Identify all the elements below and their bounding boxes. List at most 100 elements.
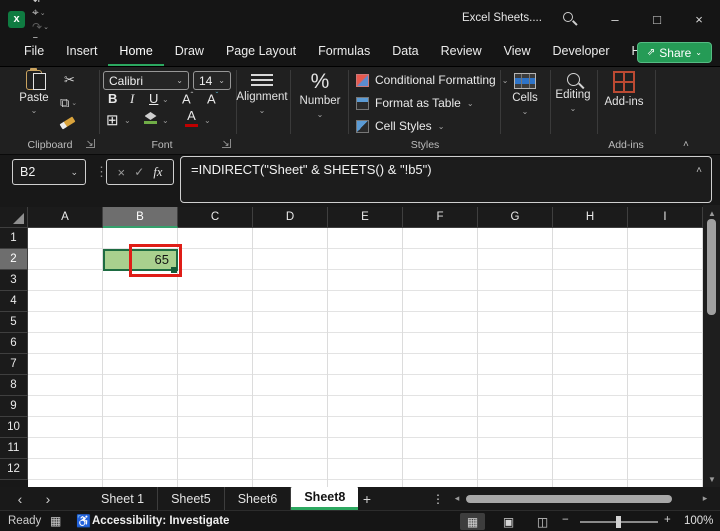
accessibility-icon: ♿	[76, 514, 91, 528]
row-header[interactable]: 11	[0, 438, 28, 459]
clipboard-dialog-launcher[interactable]: ↘	[86, 139, 95, 148]
font-family-combo[interactable]: Calibri⌄	[103, 71, 189, 90]
tab-data[interactable]: Data	[381, 38, 429, 66]
row-header[interactable]: 8	[0, 375, 28, 396]
font-color-button[interactable]: A	[185, 108, 198, 127]
cell-styles-button[interactable]: Cell Styles ⌄	[356, 116, 444, 136]
sheet-tab-sheet6[interactable]: Sheet6	[225, 487, 292, 510]
column-header[interactable]: G	[478, 207, 553, 228]
horizontal-scroll-thumb[interactable]	[466, 495, 672, 503]
sheet-options-dots[interactable]: ⋮	[428, 487, 448, 510]
fill-color-chevron[interactable]: ⌄	[162, 116, 169, 125]
hscroll-right-icon[interactable]: ▸	[698, 487, 712, 510]
tab-draw[interactable]: Draw	[164, 38, 215, 66]
formula-input[interactable]: =INDIRECT("Sheet" & SHEETS() & "!b5") ˄	[180, 156, 712, 203]
borders-button[interactable]: ⊞	[106, 111, 119, 129]
zoom-out-button[interactable]: −	[562, 514, 569, 526]
row-header[interactable]: 10	[0, 417, 28, 438]
tab-developer[interactable]: Developer	[542, 38, 621, 66]
zoom-in-button[interactable]: +	[664, 514, 671, 526]
format-painter-button[interactable]	[60, 120, 75, 126]
zoom-slider-thumb[interactable]	[616, 516, 621, 528]
maximize-button[interactable]: □	[636, 0, 678, 38]
column-header[interactable]: B	[103, 207, 178, 228]
tab-page-layout[interactable]: Page Layout	[215, 38, 307, 66]
cut-button[interactable]: ✂	[64, 72, 75, 88]
bold-button[interactable]: B	[108, 91, 117, 106]
row-header[interactable]: 4	[0, 291, 28, 312]
row-header[interactable]: 2	[0, 249, 28, 270]
copy-button[interactable]: ⧉⌄	[60, 95, 77, 111]
font-size-combo[interactable]: 14⌄	[193, 71, 231, 90]
sheet-tab-sheet5[interactable]: Sheet5	[158, 487, 225, 510]
page-break-view-button[interactable]: ◫	[530, 513, 555, 530]
column-header[interactable]: E	[328, 207, 403, 228]
sheet-tab-sheet8[interactable]: Sheet8	[291, 487, 358, 510]
column-header[interactable]: I	[628, 207, 703, 228]
tab-formulas[interactable]: Formulas	[307, 38, 381, 66]
paste-button[interactable]: Paste ⌄	[12, 70, 56, 115]
name-box[interactable]: B2 ⌄	[12, 159, 86, 185]
fill-handle[interactable]	[171, 267, 177, 273]
row-header[interactable]: 7	[0, 354, 28, 375]
zoom-level[interactable]: 100%	[684, 515, 713, 527]
underline-options-chevron[interactable]: ⌄	[162, 95, 169, 104]
column-header[interactable]: A	[28, 207, 103, 228]
row-header[interactable]: 12	[0, 459, 28, 480]
row-header[interactable]: 6	[0, 333, 28, 354]
number-button[interactable]: % Number ⌄	[294, 72, 346, 119]
new-sheet-button[interactable]: +	[355, 487, 379, 510]
font-dialog-launcher[interactable]: ↘	[222, 139, 231, 148]
next-sheet-chevron[interactable]: ›	[38, 487, 58, 510]
cells-button[interactable]: Cells ⌄	[503, 73, 547, 116]
borders-chevron[interactable]: ⌄	[124, 116, 131, 125]
vertical-scrollbar[interactable]: ▲ ▼	[703, 205, 720, 487]
row-header[interactable]: 9	[0, 396, 28, 417]
sheet-tab-sheet1[interactable]: Sheet 1	[88, 487, 158, 510]
add-ins-button[interactable]: Add-ins	[600, 71, 648, 108]
editing-button[interactable]: Editing ⌄	[551, 73, 595, 113]
row-header[interactable]: 3	[0, 270, 28, 291]
column-header[interactable]: C	[178, 207, 253, 228]
decrease-font-size-button[interactable]: Aˇ	[207, 91, 218, 106]
tab-view[interactable]: View	[493, 38, 542, 66]
conditional-formatting-button[interactable]: Conditional Formatting ⌄	[356, 70, 508, 90]
cancel-entry-button[interactable]: ×	[118, 165, 126, 180]
underline-button[interactable]: U	[149, 91, 158, 106]
tab-insert[interactable]: Insert	[55, 38, 108, 66]
tab-review[interactable]: Review	[430, 38, 493, 66]
touch-mode-icon[interactable]: ⌖⌄	[32, 5, 49, 20]
column-header[interactable]: H	[553, 207, 628, 228]
increase-font-size-button[interactable]: Aˆ	[182, 91, 193, 106]
confirm-entry-button[interactable]: ✓	[134, 165, 144, 179]
alignment-button[interactable]: Alignment ⌄	[234, 74, 290, 115]
fill-color-button[interactable]	[144, 112, 157, 124]
column-header[interactable]: D	[253, 207, 328, 228]
redo-icon[interactable]: ↷⌄	[32, 20, 49, 34]
italic-button[interactable]: I	[130, 91, 134, 107]
insert-function-button[interactable]: fx	[153, 165, 162, 180]
share-button[interactable]: ⇗ Share ⌄	[637, 42, 712, 63]
scroll-down-icon[interactable]: ▼	[708, 475, 716, 484]
normal-view-button[interactable]: ▦	[460, 513, 485, 530]
prev-sheet-chevron[interactable]: ‹	[10, 487, 30, 510]
accessibility-status[interactable]: Accessibility: Investigate	[92, 515, 229, 527]
vertical-scroll-thumb[interactable]	[707, 219, 716, 315]
hscroll-left-icon[interactable]: ◂	[450, 487, 464, 510]
search-icon[interactable]	[563, 12, 573, 22]
minimize-button[interactable]: –	[594, 0, 636, 38]
column-header[interactable]: F	[403, 207, 478, 228]
collapse-ribbon-chevron[interactable]: ˄	[683, 139, 689, 150]
font-color-chevron[interactable]: ⌄	[204, 116, 211, 125]
format-as-table-button[interactable]: Format as Table ⌄	[356, 93, 474, 113]
row-header[interactable]: 1	[0, 228, 28, 249]
select-all-corner[interactable]	[0, 207, 28, 228]
scroll-up-icon[interactable]: ▲	[708, 209, 716, 218]
close-button[interactable]: ×	[678, 0, 720, 38]
tab-home[interactable]: Home	[108, 38, 163, 66]
collapse-formula-bar-chevron[interactable]: ˄	[696, 165, 702, 176]
page-layout-view-button[interactable]: ▣	[496, 513, 521, 530]
row-header[interactable]: 5	[0, 312, 28, 333]
tab-file[interactable]: File	[13, 38, 55, 66]
macro-record-icon[interactable]: ▦	[50, 514, 61, 528]
